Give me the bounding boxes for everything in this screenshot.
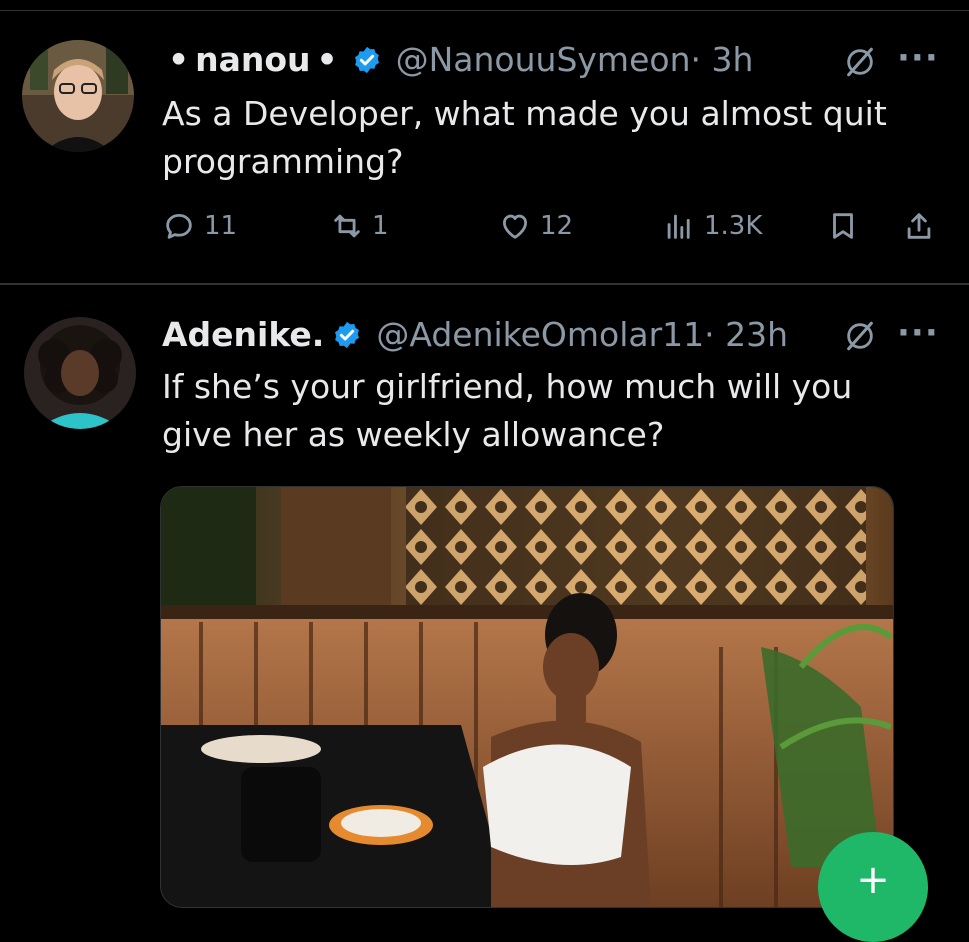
name-suffix: • — [316, 40, 338, 79]
timestamp[interactable]: · 3h — [690, 40, 753, 79]
grok-icon[interactable] — [843, 45, 877, 79]
tweet-text-line: programming? — [162, 142, 404, 181]
verified-badge-icon — [332, 320, 362, 350]
repost-count: 1 — [372, 211, 389, 241]
views-count: 1.3K — [704, 211, 763, 241]
verified-badge-icon — [352, 45, 382, 75]
display-name[interactable]: Adenike. — [162, 315, 324, 354]
handle[interactable]: @AdenikeOmolar11 — [376, 315, 704, 354]
bookmark-icon — [826, 209, 860, 243]
tweet-nanou[interactable]: • nanou • @NanouuSymeon · 3h ··· As a De… — [0, 0, 969, 283]
tweet-text-line: If she’s your girlfriend, how much will … — [162, 367, 853, 406]
share-icon — [902, 209, 936, 243]
handle[interactable]: @NanouuSymeon — [396, 40, 691, 79]
repost-button[interactable]: 1 — [330, 209, 389, 243]
share-button[interactable] — [902, 209, 936, 243]
views-icon — [662, 209, 696, 243]
name-prefix: • — [168, 40, 190, 79]
display-name[interactable]: nanou — [195, 40, 310, 79]
like-count: 12 — [540, 211, 574, 241]
tweet-header: • nanou • @NanouuSymeon · 3h — [162, 40, 753, 79]
tweet-photo[interactable] — [160, 486, 894, 908]
reply-icon — [162, 209, 196, 243]
avatar-nanou[interactable] — [22, 40, 134, 152]
tweet-actions: 11 1 12 1.3K — [162, 209, 952, 253]
reply-count: 11 — [204, 211, 238, 241]
tweet-text: If she’s your girlfriend, how much will … — [162, 363, 942, 459]
bookmark-button[interactable] — [826, 209, 860, 243]
tweet-text: As a Developer, what made you almost qui… — [162, 90, 942, 186]
tweet-header: Adenike. @AdenikeOmolar11 · 23h — [162, 315, 788, 354]
more-icon[interactable]: ··· — [897, 38, 939, 78]
grok-icon[interactable] — [843, 319, 877, 353]
timestamp[interactable]: · 23h — [704, 315, 788, 354]
reply-button[interactable]: 11 — [162, 209, 237, 243]
tweet-text-line: As a Developer, what made you almost qui… — [162, 94, 887, 133]
views-button[interactable]: 1.3K — [662, 209, 762, 243]
repost-icon — [330, 209, 364, 243]
compose-fab-button[interactable]: + — [818, 832, 928, 942]
like-button[interactable]: 12 — [498, 209, 573, 243]
avatar-adenike[interactable] — [24, 317, 136, 429]
more-icon[interactable]: ··· — [897, 313, 939, 353]
tweet-text-line: give her as weekly allowance? — [162, 415, 665, 454]
like-icon — [498, 209, 532, 243]
